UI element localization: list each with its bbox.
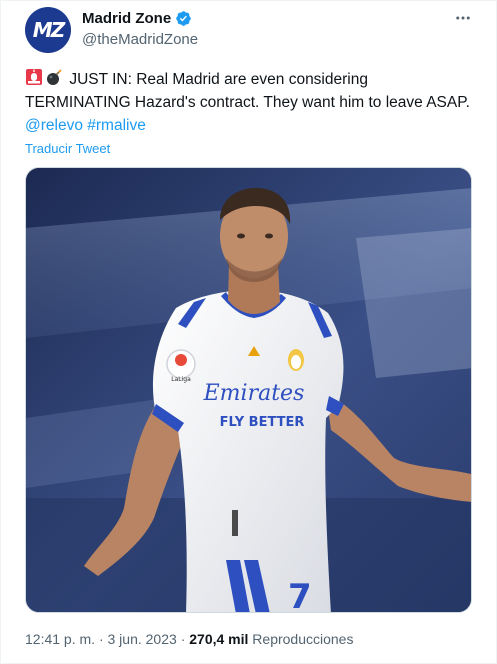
- player-photo: Emirates FLY BETTER LaLiga 7: [26, 168, 471, 613]
- tweet-meta: 12:41 p. m. · 3 jun. 2023 · 270,4 mil Re…: [25, 631, 353, 647]
- tweet-body: JUST IN: Real Madrid are even considerin…: [25, 71, 470, 111]
- tweet-card[interactable]: MZ Madrid Zone @theMadridZone JUST IN: R…: [0, 0, 497, 664]
- jersey-sponsor-sub: FLY BETTER: [220, 415, 305, 430]
- shorts-number: 7: [288, 577, 312, 613]
- hashtag-link[interactable]: #rmalive: [87, 117, 146, 134]
- tweet-time[interactable]: 12:41 p. m.: [25, 631, 95, 647]
- meta-separator-2: ·: [180, 631, 186, 647]
- more-options-button[interactable]: [452, 7, 474, 29]
- siren-emoji-icon: [26, 69, 42, 85]
- display-name-text: Madrid Zone: [82, 10, 172, 27]
- laliga-patch: LaLiga: [171, 376, 191, 383]
- verified-badge-icon: [176, 11, 191, 26]
- more-icon: [456, 16, 470, 20]
- avatar-logo: MZ: [32, 18, 65, 42]
- avatar[interactable]: MZ: [25, 7, 71, 53]
- bomb-emoji-icon: [47, 69, 62, 85]
- views-count: 270,4 mil: [189, 631, 249, 647]
- tweet-date[interactable]: 3 jun. 2023: [108, 631, 177, 647]
- tweet-media-image[interactable]: Emirates FLY BETTER LaLiga 7: [25, 167, 472, 613]
- display-name[interactable]: Madrid Zone: [82, 10, 192, 27]
- views-label: Reproducciones: [252, 631, 354, 647]
- meta-separator: ·: [98, 631, 104, 647]
- handle[interactable]: @theMadridZone: [82, 31, 198, 48]
- jersey-sponsor: Emirates: [203, 381, 305, 406]
- mention-link[interactable]: @relevo: [25, 117, 83, 134]
- translate-tweet-link[interactable]: Traducir Tweet: [25, 141, 110, 156]
- tweet-text: JUST IN: Real Madrid are even considerin…: [25, 68, 475, 137]
